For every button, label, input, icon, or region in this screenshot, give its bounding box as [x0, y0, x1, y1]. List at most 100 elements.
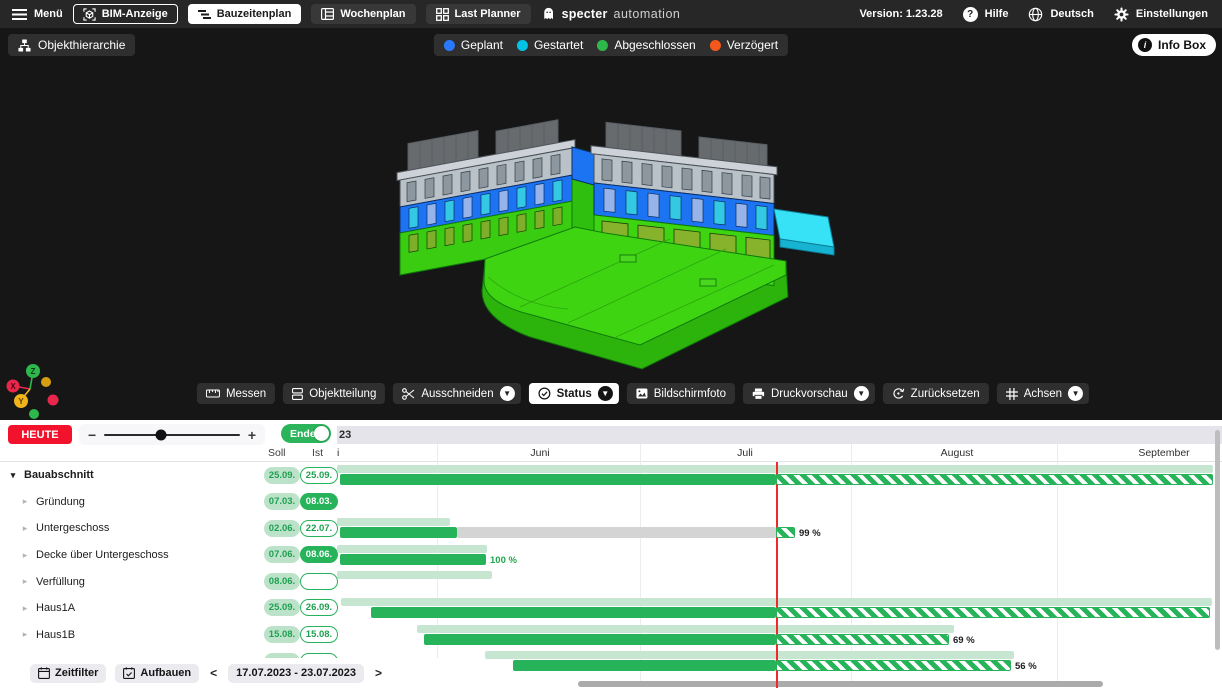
ist-date-pill[interactable]: 25.09.: [300, 467, 338, 484]
gizmo-z-neg[interactable]: [29, 409, 39, 419]
gantt-row[interactable]: ▸Haus1A25.09.26.09.: [0, 595, 1222, 622]
language-button[interactable]: Deutsch: [1028, 7, 1093, 22]
month-label: August: [941, 447, 974, 459]
tab-label: Wochenplan: [340, 8, 405, 20]
ist-date-pill[interactable]: 26.09.: [300, 599, 338, 616]
aufbauen-button[interactable]: Aufbauen: [115, 664, 199, 683]
gantt-bar-actual[interactable]: [513, 660, 776, 671]
row-name: Haus1B: [36, 629, 75, 641]
zoom-in-button[interactable]: +: [248, 428, 256, 442]
ist-date-pill[interactable]: [300, 573, 338, 590]
gantt-bar-plan[interactable]: [337, 518, 450, 526]
help-button[interactable]: ? Hilfe: [963, 7, 1009, 22]
expand-arrow-icon[interactable]: ▸: [20, 550, 30, 561]
chevron-down-icon[interactable]: ▼: [1068, 386, 1083, 401]
chevron-down-icon[interactable]: ▼: [854, 386, 869, 401]
soll-date-pill[interactable]: 25.09.: [264, 467, 300, 484]
soll-date-pill[interactable]: 02.06.: [264, 520, 300, 537]
tab-bim-anzeige[interactable]: BIM-Anzeige: [73, 4, 178, 24]
gantt-row[interactable]: ▸Verfüllung08.06.: [0, 568, 1222, 595]
soll-date-pill[interactable]: 07.06.: [264, 546, 300, 563]
status-check-icon: [538, 387, 551, 400]
bim-model-3d[interactable]: [370, 108, 870, 380]
gantt-row[interactable]: ▸Gründung07.03.08.03.: [0, 489, 1222, 516]
collapse-arrow-icon[interactable]: ▾: [8, 470, 18, 481]
row-name: Bauabschnitt: [24, 469, 94, 481]
month-label: Juni: [530, 447, 549, 459]
gantt-bar-actual[interactable]: [424, 634, 776, 645]
soll-date-pill[interactable]: 15.08.: [264, 626, 300, 643]
horizontal-scrollbar[interactable]: [578, 681, 1103, 687]
bim-viewport[interactable]: Objekthierarchie Geplant Gestartet Abges…: [0, 28, 1222, 420]
expand-arrow-icon[interactable]: ▸: [20, 576, 30, 587]
slider-knob[interactable]: [156, 429, 167, 440]
hierarchy-tree-icon: [18, 39, 31, 52]
ausschneiden-button[interactable]: Ausschneiden ▼: [393, 383, 520, 404]
ende-toggle[interactable]: Ende: [281, 424, 331, 443]
gantt-bar-plan[interactable]: [337, 571, 492, 579]
ist-date-pill[interactable]: 22.07.: [300, 520, 338, 537]
tab-last-planner[interactable]: Last Planner: [426, 4, 531, 24]
soll-date-pill[interactable]: 25.09.: [264, 599, 300, 616]
gantt-row[interactable]: ▾ Bauabschnitt 25.09.25.09.: [0, 462, 1222, 489]
expand-arrow-icon[interactable]: ▸: [20, 629, 30, 640]
language-label: Deutsch: [1050, 8, 1093, 20]
info-box-button[interactable]: i Info Box: [1132, 34, 1216, 56]
row-label: ▾ Bauabschnitt: [0, 462, 94, 489]
next-week-button[interactable]: >: [373, 666, 384, 680]
status-button[interactable]: Status ▼: [529, 383, 619, 404]
achsen-button[interactable]: Achsen ▼: [997, 383, 1089, 404]
chevron-down-icon[interactable]: ▼: [598, 386, 613, 401]
gizmo-x-neg[interactable]: [48, 395, 59, 406]
legend-item-geplant: Geplant: [444, 38, 503, 52]
object-hierarchy-button[interactable]: Objekthierarchie: [8, 34, 135, 56]
gantt-bar-actual[interactable]: [340, 474, 776, 485]
orientation-gizmo[interactable]: Z X Y: [4, 358, 68, 420]
ist-date-pill[interactable]: 15.08.: [300, 626, 338, 643]
tab-bauzeitenplan[interactable]: Bauzeitenplan: [188, 4, 302, 24]
gantt-row[interactable]: ▸Untergeschoss02.06.22.07.99 %: [0, 515, 1222, 542]
zuruecksetzen-button[interactable]: Zurücksetzen: [883, 383, 989, 404]
ghost-icon: [542, 6, 556, 22]
vertical-scrollbar[interactable]: [1215, 430, 1220, 650]
messen-button[interactable]: Messen: [197, 383, 275, 404]
settings-button[interactable]: Einstellungen: [1114, 7, 1208, 22]
slider-track[interactable]: [104, 434, 240, 436]
soll-date-pill[interactable]: 08.06.: [264, 573, 300, 590]
calendar-icon: [38, 667, 50, 679]
expand-arrow-icon[interactable]: ▸: [20, 523, 30, 534]
status-legend: Geplant Gestartet Abgeschlossen Verzöger…: [434, 34, 788, 56]
gantt-row[interactable]: ▸Haus1B15.08.15.08.69 %: [0, 622, 1222, 649]
gantt-bar-plan[interactable]: [337, 545, 487, 553]
info-icon: i: [1138, 38, 1152, 52]
gantt-row[interactable]: ▸Decke über Untergeschoss07.06.08.06.100…: [0, 542, 1222, 569]
prev-week-button[interactable]: <: [208, 666, 219, 680]
gantt-bar-plan[interactable]: [485, 651, 1014, 659]
gantt-bar-plan[interactable]: [417, 625, 954, 633]
gantt-bar-actual[interactable]: [340, 554, 486, 565]
month-label: i: [337, 447, 339, 459]
today-button[interactable]: HEUTE: [8, 425, 72, 444]
bildschirmfoto-button[interactable]: Bildschirmfoto: [627, 383, 735, 404]
hamburger-icon: [12, 9, 27, 20]
chevron-down-icon[interactable]: ▼: [500, 386, 515, 401]
expand-arrow-icon[interactable]: ▸: [20, 603, 30, 614]
timeline-controls: Zeitfilter Aufbauen < 17.07.2023 - 23.07…: [0, 658, 465, 688]
month-label: September: [1138, 447, 1189, 459]
zoom-out-button[interactable]: −: [88, 428, 96, 442]
gantt-bar-actual[interactable]: [371, 607, 776, 618]
tool-label: Messen: [226, 388, 266, 400]
zeitfilter-button[interactable]: Zeitfilter: [30, 664, 106, 683]
gantt-bar-actual[interactable]: [340, 527, 457, 538]
expand-arrow-icon[interactable]: ▸: [20, 496, 30, 507]
gantt-bar-plan[interactable]: [337, 465, 1213, 473]
ist-date-pill[interactable]: 08.03.: [300, 493, 338, 510]
objektteilung-button[interactable]: Objektteilung: [283, 383, 385, 404]
menu-button[interactable]: Menü: [12, 8, 63, 20]
tab-wochenplan[interactable]: Wochenplan: [311, 4, 415, 24]
soll-date-pill[interactable]: 07.03.: [264, 493, 300, 510]
gizmo-y-neg[interactable]: [41, 377, 51, 387]
ist-date-pill[interactable]: 08.06.: [300, 546, 338, 563]
druckvorschau-button[interactable]: Druckvorschau ▼: [743, 383, 875, 404]
date-range-button[interactable]: 17.07.2023 - 23.07.2023: [228, 664, 364, 683]
